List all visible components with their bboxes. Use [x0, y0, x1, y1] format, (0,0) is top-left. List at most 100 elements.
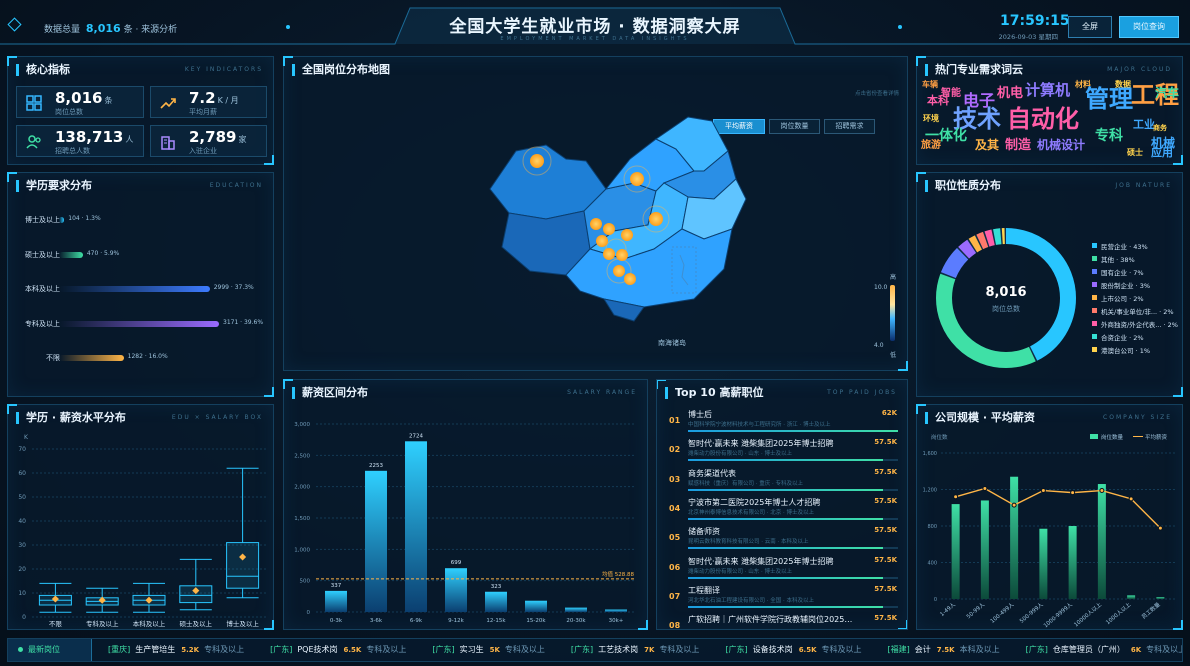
education-row[interactable]: 不限 1282 · 16.0% — [8, 351, 273, 365]
education-label: 博士及以上 — [25, 216, 60, 224]
company-x-label: 50-99人 — [965, 601, 986, 620]
top10-meta: 北京神州泰博信息技术有限公司 · 北京 · 博士及以上 — [688, 509, 814, 516]
top10-row[interactable]: 07 工程翻译 57.5K 河北华北石油工程建设有限公司 · 全国 · 本科及以上 — [657, 583, 907, 611]
ticker-edu: 专科及以上 — [504, 645, 545, 654]
nature-legend-item[interactable]: 股份制企业 · 3% — [1092, 280, 1182, 290]
box-chart: K 70 60 50 40 30 20 10 0 不限 专科及以上 本科及以上 硕士及以上 博士及以上 — [18, 434, 266, 628]
map-panel: 全国岗位分布地图 平均薪资 岗位数量 招聘需求 点击省份查看详情 南海诸岛 高 … — [283, 56, 908, 371]
nature-legend-item[interactable]: 合资企业 · 2% — [1092, 332, 1182, 342]
kpi-subtitle: KEY INDICATORS — [184, 66, 263, 73]
ticker-item[interactable]: [广东] 设备技术岗 6.5K 专科及以上 — [725, 645, 861, 654]
company-bar — [1068, 526, 1077, 599]
cloud-word[interactable]: 工业 — [1133, 119, 1155, 130]
legend-swatch — [1092, 321, 1097, 326]
top10-panel: Top 10 高薪职位 TOP PAID JOBS 01 博士后 62K 中国科学院宁… — [656, 379, 908, 630]
ticker-item[interactable]: [广东] 仓库管理员（广州） 6K 专科及以上 — [1026, 645, 1182, 654]
cloud-panel: 热门专业需求词云 MAJOR CLOUD 车辆 智能 电子 机电 计算机 材料 数据 管理 工程… — [916, 56, 1183, 165]
ticker-item[interactable]: [广东] PQE技术岗 6.5K 专科及以上 — [270, 645, 406, 654]
cloud-word[interactable]: 机械设计 — [1037, 139, 1085, 151]
legend-high: 高 — [890, 273, 896, 281]
top10-row[interactable]: 05 储备师资 57.5K 昆明云数科教育科技有限公司 · 云南 · 本科及以上 — [657, 524, 907, 552]
top10-bar — [688, 605, 884, 608]
ticker-item[interactable]: [重庆] 生产管培生 5.2K 专科及以上 — [108, 645, 244, 654]
top10-name: 储备师资 — [688, 527, 720, 537]
top10-row[interactable]: 03 商务渠道代表 57.5K 赋感科技（重庆）有限公司 · 重庆 · 专科及以上 — [657, 466, 907, 494]
salary-bar — [525, 600, 547, 612]
salary-bar — [325, 590, 347, 612]
top10-row[interactable]: 04 宁波市第二医院2025年博士人才招聘 57.5K 北京神州泰博信息技术有限公司 … — [657, 495, 907, 523]
top10-row[interactable]: 01 博士后 62K 中国科学院宁波材料技术与工程研究所 · 浙江 · 博士及以上 — [657, 407, 907, 435]
cloud-word[interactable]: 环境 — [923, 115, 939, 123]
cloud-word[interactable]: 旅游 — [921, 141, 941, 151]
ticker-item[interactable]: [福建] 会计 7.5K 本科及以上 — [888, 645, 1000, 654]
salary-y-tick: 1,500 — [294, 516, 310, 522]
nature-legend-item[interactable]: 其他 · 38% — [1092, 254, 1182, 264]
salary-subtitle: SALARY RANGE — [567, 389, 637, 396]
legend-text: 合资企业 · 2% — [1101, 334, 1144, 342]
company-bar — [951, 504, 960, 599]
top10-row[interactable]: 08 广软招聘｜广州软件学院行政教辅岗位2025年招... 57.5K — [657, 612, 907, 629]
kpi-salary-label: 平均月薪 — [189, 108, 217, 116]
cloud-word[interactable]: 汽车 — [1155, 87, 1179, 99]
ticker-item[interactable]: [广东] 工艺技术岗 7K 专科及以上 — [571, 645, 700, 654]
cloud-word[interactable]: 应用 — [1151, 147, 1173, 158]
nature-legend-item[interactable]: 国有企业 · 7% — [1092, 267, 1182, 277]
kpi-salary-value: 7.2 — [189, 89, 216, 107]
salary-bar-label: 323 — [491, 584, 502, 590]
cloud-word[interactable]: 本科 — [927, 95, 949, 106]
nature-legend-item[interactable]: 外商独资/外企代表... · 2% — [1092, 319, 1182, 329]
cloud-word[interactable]: 商务 — [1153, 125, 1167, 132]
live-dot-icon — [18, 647, 23, 652]
salary-point — [1099, 488, 1105, 494]
nature-panel: 职位性质分布 JOB NATURE 8,016 岗位总数 民营企业 · 43% 其… — [916, 172, 1183, 397]
legend-swatch — [1092, 334, 1097, 339]
education-row[interactable]: 本科及以上 2999 · 37.3% — [8, 282, 273, 296]
total-unit: 条 — [123, 25, 133, 35]
salary-bar — [485, 591, 507, 612]
top10-meta: 赋感科技（重庆）有限公司 · 重庆 · 专科及以上 — [688, 480, 803, 487]
education-row[interactable]: 专科及以上 3171 · 39.6% — [8, 317, 273, 331]
top10-row[interactable]: 06 智时代·赢未来 潍柴集团2025年博士招聘 57.5K 潍柴动力股份有限公司 ·… — [657, 554, 907, 582]
top10-name: 工程翻译 — [688, 585, 720, 595]
legend-swatch — [1092, 269, 1097, 274]
top10-salary: 57.5K — [874, 526, 897, 535]
top10-bar — [688, 488, 884, 491]
nature-legend-item[interactable]: 上市公司 · 2% — [1092, 293, 1182, 303]
box-x-label: 博士及以上 — [226, 619, 259, 628]
legend-text: 机关/事业单位/非... · 2% — [1101, 308, 1174, 316]
education-row[interactable]: 博士及以上 104 · 1.3% — [8, 213, 273, 227]
cloud-word[interactable]: 及其 — [975, 139, 999, 151]
legend-text: 上市公司 · 2% — [1101, 295, 1144, 303]
ticker-item[interactable]: [广东] 实习生 5K 专科及以上 — [432, 645, 545, 654]
map-shape[interactable] — [489, 116, 747, 322]
legend-line-label: 平均薪资 — [1145, 433, 1168, 441]
china-map[interactable]: 南海诸岛 高 10.0 4.0 低 — [284, 79, 904, 369]
cloud-word[interactable]: 硕士 — [1127, 149, 1143, 157]
ticker-salary: 6.5K — [798, 646, 817, 654]
cloud-word[interactable]: 管理 — [1085, 87, 1133, 111]
cloud-word[interactable]: 制造 — [1005, 139, 1031, 152]
job-query-button[interactable]: 岗位查询 — [1119, 16, 1179, 38]
cloud-word[interactable]: 车辆 — [922, 81, 938, 89]
cloud-word[interactable]: 机电 — [997, 87, 1023, 100]
nature-legend-item[interactable]: 港澳台公司 · 1% — [1092, 345, 1182, 355]
ticker-bar: 最新岗位 [重庆] 生产管培生 5.2K 专科及以上 [广东] PQE技术岗 6.5K 专科及… — [7, 638, 1183, 662]
salary-y-tick: 2,500 — [294, 453, 310, 459]
top10-row[interactable]: 02 智时代·赢未来 潍柴集团2025年博士招聘 57.5K 潍柴动力股份有限公司 ·… — [657, 436, 907, 464]
ticker-label: 最新岗位 — [28, 645, 60, 654]
cloud-word[interactable]: 自动化 — [1007, 107, 1079, 131]
education-row[interactable]: 硕士及以上 470 · 5.9% — [8, 248, 273, 262]
top10-meta: 潍柴动力股份有限公司 · 山东 · 博士及以上 — [688, 568, 792, 575]
company-chart: 岗位数 岗位数量 平均薪资1,6001,20080040001-49人 50-99人 1… — [923, 433, 1175, 629]
cloud-word[interactable]: 专科 — [1095, 129, 1123, 143]
top10-salary: 57.5K — [874, 438, 897, 447]
education-label: 本科及以上 — [25, 285, 60, 293]
cloud-word[interactable]: 计算机 — [1025, 83, 1070, 98]
top10-rank: 03 — [669, 474, 681, 484]
fullscreen-button[interactable]: 全屏 — [1068, 16, 1112, 38]
map-legend-bar — [890, 285, 895, 341]
nature-legend-item[interactable]: 民营企业 · 43% — [1092, 241, 1182, 251]
company-x-label: 1000人以上 — [1104, 600, 1133, 626]
nature-legend-item[interactable]: 机关/事业单位/非... · 2% — [1092, 306, 1182, 316]
salary-y-tick: 500 — [300, 579, 311, 585]
